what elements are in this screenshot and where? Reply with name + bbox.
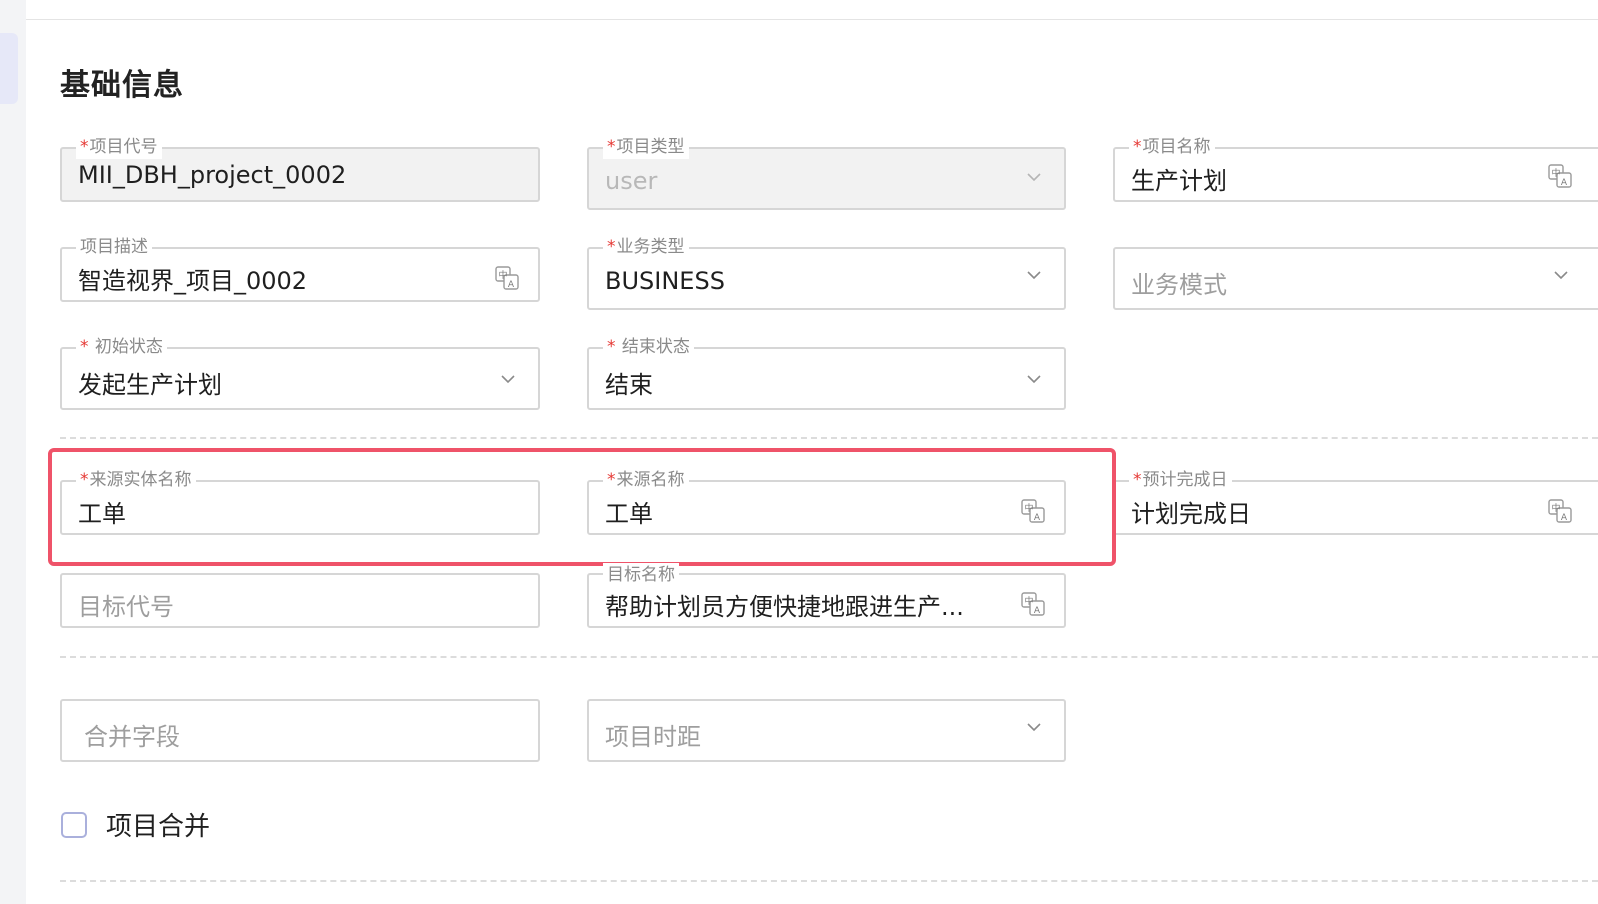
- chevron-down-icon: [1554, 271, 1568, 280]
- svg-text:A: A: [1561, 178, 1568, 188]
- svg-text:中: 中: [1024, 595, 1033, 607]
- project-name-value: 生产计划: [1131, 167, 1227, 195]
- svg-text:A: A: [1034, 606, 1041, 616]
- project-merge-label[interactable]: 项目合并: [106, 806, 210, 843]
- project-type-value: user: [605, 167, 658, 195]
- chevron-down-icon: [1027, 723, 1041, 732]
- section-divider: [60, 437, 1598, 439]
- target-code-field[interactable]: 目标代号: [60, 573, 540, 628]
- project-code-value: MII_DBH_project_0002: [78, 161, 347, 189]
- business-type-select[interactable]: *业务类型 BUSINESS: [587, 235, 1066, 310]
- end-state-select[interactable]: * 结束状态 结束: [587, 335, 1066, 410]
- business-mode-select[interactable]: 业务模式: [1113, 247, 1598, 310]
- svg-text:中: 中: [1551, 502, 1560, 514]
- target-name-label: 目标名称: [603, 563, 679, 587]
- expected-finish-value: 计划完成日: [1131, 500, 1251, 528]
- business-type-value: BUSINESS: [605, 267, 725, 295]
- project-type-select: *项目类型 user: [587, 135, 1066, 210]
- highlight-annotation: [48, 448, 1116, 566]
- svg-text:A: A: [508, 280, 515, 290]
- project-name-label: *项目名称: [1129, 135, 1215, 159]
- project-code-field: *项目代号 MII_DBH_project_0002: [60, 135, 540, 202]
- section-divider: [60, 656, 1598, 658]
- top-divider: [26, 19, 1598, 20]
- project-name-field[interactable]: *项目名称 生产计划 中A: [1113, 135, 1598, 202]
- expected-finish-field[interactable]: *预计完成日 计划完成日 中A: [1113, 468, 1598, 535]
- end-state-label: * 结束状态: [603, 335, 694, 359]
- target-name-value: 帮助计划员方便快捷地跟进生产...: [605, 593, 964, 621]
- initial-state-label: * 初始状态: [76, 335, 167, 359]
- chevron-down-icon: [1027, 375, 1041, 384]
- translate-icon[interactable]: 中A: [1547, 163, 1575, 191]
- chevron-down-icon: [501, 375, 515, 384]
- project-desc-field[interactable]: 项目描述 智造视界_项目_0002 中A: [60, 235, 540, 302]
- business-mode-placeholder: 业务模式: [1131, 271, 1227, 299]
- translate-icon[interactable]: 中A: [1020, 591, 1048, 619]
- svg-text:中: 中: [1551, 167, 1560, 179]
- project-interval-placeholder: 项目时距: [605, 723, 701, 751]
- project-desc-label: 项目描述: [76, 235, 152, 259]
- project-type-label: *项目类型: [603, 135, 689, 159]
- end-state-value: 结束: [605, 371, 653, 399]
- svg-text:A: A: [1561, 513, 1568, 523]
- project-desc-value: 智造视界_项目_0002: [78, 267, 308, 295]
- target-name-field[interactable]: 目标名称 帮助计划员方便快捷地跟进生产... 中A: [587, 563, 1066, 628]
- translate-icon[interactable]: 中A: [494, 265, 522, 293]
- sidebar-active-tab[interactable]: [0, 33, 18, 104]
- initial-state-select[interactable]: * 初始状态 发起生产计划: [60, 335, 540, 410]
- business-type-label: *业务类型: [603, 235, 689, 259]
- chevron-down-icon: [1027, 173, 1041, 182]
- svg-text:中: 中: [498, 269, 507, 281]
- section-title: 基础信息: [60, 68, 184, 103]
- expected-finish-label: *预计完成日: [1129, 468, 1232, 492]
- merge-field-input[interactable]: 合并字段: [60, 699, 540, 762]
- project-merge-checkbox[interactable]: [61, 812, 87, 838]
- section-divider: [60, 880, 1598, 882]
- project-code-label: *项目代号: [76, 135, 162, 159]
- initial-state-value: 发起生产计划: [78, 371, 222, 399]
- translate-icon[interactable]: 中A: [1547, 498, 1575, 526]
- chevron-down-icon: [1027, 271, 1041, 280]
- target-code-placeholder: 目标代号: [78, 593, 174, 621]
- merge-field-placeholder: 合并字段: [84, 723, 180, 751]
- project-interval-select[interactable]: 项目时距: [587, 699, 1066, 762]
- left-sidebar-strip: [0, 0, 26, 904]
